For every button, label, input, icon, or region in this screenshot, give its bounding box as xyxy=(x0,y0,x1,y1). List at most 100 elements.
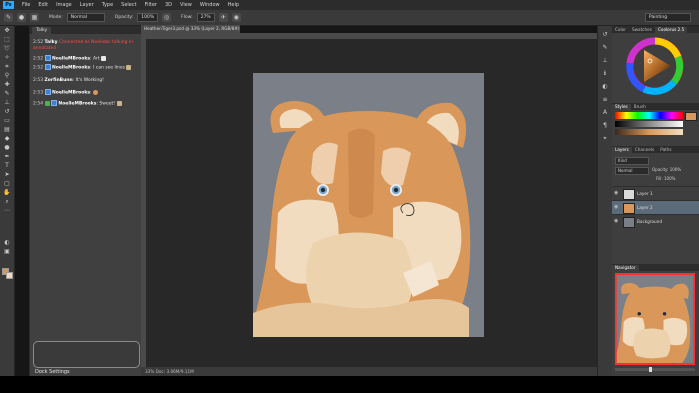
menu-filter[interactable]: Filter xyxy=(141,2,161,8)
brush-tool-icon[interactable]: ✎ xyxy=(4,13,13,22)
document-canvas[interactable] xyxy=(253,73,484,337)
pressure-size-icon[interactable]: ◉ xyxy=(231,13,241,22)
shape-tool-icon[interactable]: ▢ xyxy=(2,180,12,188)
layer-row-layer-1[interactable]: ◉ Layer 1 xyxy=(612,186,699,200)
tab-paths[interactable]: Paths xyxy=(657,147,674,153)
visibility-eye-icon[interactable]: ◉ xyxy=(614,187,618,200)
tab-swatches[interactable]: Swatches xyxy=(629,27,655,33)
menu-select[interactable]: Select xyxy=(117,2,140,8)
current-color-swatch[interactable] xyxy=(685,112,697,121)
properties-icon[interactable]: ≡ xyxy=(601,95,610,104)
status-bar: 33% Doc: 3.06M/9.11M xyxy=(141,367,597,376)
menu-3d[interactable]: 3D xyxy=(161,2,176,8)
visibility-eye-icon[interactable]: ◉ xyxy=(614,201,618,214)
type-tool-icon[interactable]: T xyxy=(2,162,12,170)
menu-layer[interactable]: Layer xyxy=(76,2,98,8)
layer-row-layer-2[interactable]: ◉ Layer 2 xyxy=(612,200,699,214)
pen-tool-icon[interactable]: ✒ xyxy=(2,153,12,161)
navigator-preview[interactable] xyxy=(615,273,695,365)
stamp-tool-icon[interactable]: ⊥ xyxy=(2,99,12,107)
blend-mode-select[interactable]: Normal xyxy=(615,167,649,175)
menu-window[interactable]: Window xyxy=(196,2,224,8)
history-brush-icon[interactable]: ↺ xyxy=(2,108,12,116)
layer-filter-kind[interactable]: Kind xyxy=(615,157,649,165)
navigator-icon[interactable]: ⌖ xyxy=(601,134,610,143)
history-icon[interactable]: ↺ xyxy=(601,30,610,39)
menu-view[interactable]: View xyxy=(176,2,196,8)
menu-file[interactable]: File xyxy=(18,2,34,8)
chat-input[interactable] xyxy=(33,341,140,368)
healing-tool-icon[interactable]: ✚ xyxy=(2,81,12,89)
tab-color[interactable]: Color xyxy=(612,27,629,33)
tab-channels[interactable]: Channels xyxy=(632,147,657,153)
mode-select[interactable]: Normal xyxy=(66,13,105,22)
zoom-and-doc-size: 33% Doc: 3.06M/9.11M xyxy=(145,369,194,374)
airbrush-icon[interactable]: ✈ xyxy=(218,13,228,22)
chat-message: 2:54 NoelleMBrooks: Sweet! xyxy=(33,100,139,108)
layer-thumbnail xyxy=(623,203,635,214)
tab-styles[interactable]: Styles xyxy=(612,104,631,110)
brush-preset-icon[interactable]: ● xyxy=(17,13,26,22)
clone-source-icon[interactable]: ⊥ xyxy=(601,56,610,65)
path-select-tool-icon[interactable]: ➤ xyxy=(2,171,12,179)
adjustments-icon[interactable]: ◐ xyxy=(601,82,610,91)
tab-talky[interactable]: Talky xyxy=(32,27,52,34)
dodge-tool-icon[interactable]: ● xyxy=(2,144,12,152)
layer-opacity-value[interactable]: 100% xyxy=(670,167,681,172)
chat-message: 2:52 NoelleMBrooks: I can see lines xyxy=(33,64,139,72)
lasso-tool-icon[interactable]: ➰ xyxy=(2,45,12,53)
menu-type[interactable]: Type xyxy=(98,2,117,8)
paragraph-icon[interactable]: ¶ xyxy=(601,121,610,130)
opacity-field[interactable]: 100% xyxy=(137,13,159,22)
menu-edit[interactable]: Edit xyxy=(34,2,52,8)
chat-message: 2:52 NoelleMBrooks: Art xyxy=(33,55,139,63)
pressure-opacity-icon[interactable]: ◎ xyxy=(162,13,172,22)
navigator-zoom-slider[interactable] xyxy=(615,367,695,372)
eyedropper-tool-icon[interactable]: ⚲ xyxy=(2,72,12,80)
gradient-tool-icon[interactable]: ▤ xyxy=(2,126,12,134)
quick-mask-icon[interactable]: ◐ xyxy=(2,239,12,247)
blur-tool-icon[interactable]: ◆ xyxy=(2,135,12,143)
character-icon[interactable]: A xyxy=(601,108,610,117)
flow-field[interactable]: 27% xyxy=(196,13,215,22)
menu-image[interactable]: Image xyxy=(52,2,76,8)
hue-ramp[interactable] xyxy=(615,112,683,119)
screen-mode-icon[interactable]: ▣ xyxy=(2,248,12,256)
workspace-select[interactable]: Painting xyxy=(645,13,691,22)
chat-time: 2:54 xyxy=(33,101,44,107)
quick-select-tool-icon[interactable]: ✧ xyxy=(2,54,12,62)
move-tool-icon[interactable]: ✥ xyxy=(2,27,12,35)
tone-ramp[interactable] xyxy=(615,129,683,135)
dock-settings-link[interactable]: Dock Settings xyxy=(35,369,70,375)
brush-panel-icon[interactable]: ▦ xyxy=(30,13,39,22)
checkbox-icon xyxy=(44,64,51,70)
layer-fill-value[interactable]: 100% xyxy=(664,176,675,181)
eraser-tool-icon[interactable]: ▭ xyxy=(2,117,12,125)
layer-row-background[interactable]: ◉ Background xyxy=(612,214,699,228)
chat-message: 2:52 Talky Connected as Noeliebc talking… xyxy=(33,40,139,52)
marquee-tool-icon[interactable]: ⬚ xyxy=(2,36,12,44)
flow-label: Flow: xyxy=(181,15,193,20)
brush-tool-icon[interactable]: ✎ xyxy=(2,90,12,98)
crop-tool-icon[interactable]: ⌗ xyxy=(2,63,12,71)
menu-bar: Ps File Edit Image Layer Type Select Fil… xyxy=(0,0,699,10)
hand-tool-icon[interactable]: ✋ xyxy=(2,189,12,197)
document-tab[interactable]: HeathenTiger3.psd @ 33% (Layer 2, RGB/8#… xyxy=(141,25,240,33)
background-color-swatch[interactable] xyxy=(6,272,13,279)
chat-text: Sweet! xyxy=(99,101,116,107)
mode-label: Mode: xyxy=(49,15,63,20)
grayscale-ramp[interactable] xyxy=(615,121,683,127)
more-tools-icon[interactable]: ⋯ xyxy=(2,207,12,215)
bottom-black-bar xyxy=(0,376,699,393)
zoom-tool-icon[interactable]: ⌕ xyxy=(2,198,12,206)
tab-coolorus[interactable]: Coolorus 2.5 xyxy=(654,27,688,33)
tab-layers[interactable]: Layers xyxy=(612,147,632,153)
menu-help[interactable]: Help xyxy=(224,2,243,8)
zoom-slider-handle[interactable] xyxy=(649,367,652,372)
visibility-eye-icon[interactable]: ◉ xyxy=(614,215,618,228)
info-icon[interactable]: ℹ xyxy=(601,69,610,78)
brush-settings-icon[interactable]: ✎ xyxy=(601,43,610,52)
color-wheel[interactable] xyxy=(626,37,684,95)
tab-brush[interactable]: Brush xyxy=(631,104,649,110)
tab-navigator[interactable]: Navigator xyxy=(612,265,639,271)
